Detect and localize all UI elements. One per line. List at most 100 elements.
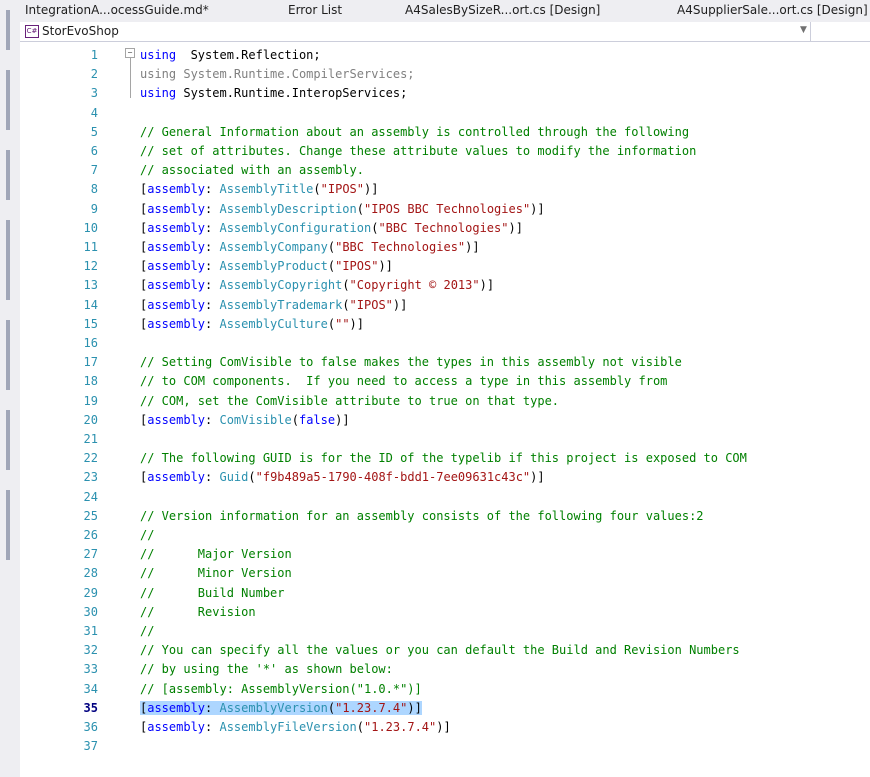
code-line[interactable]: 20 [assembly: ComVisible(false)]: [20, 411, 870, 430]
code-line[interactable]: 25 // Version information for an assembly…: [20, 507, 870, 526]
line-number: 24: [83, 489, 98, 504]
line-number: 20: [83, 412, 98, 427]
line-number: 6: [90, 144, 98, 158]
code-text: // [assembly: AssemblyVersion("1.0.*")]: [140, 680, 422, 699]
code-line[interactable]: 27 // Major Version: [20, 545, 870, 564]
code-line[interactable]: 9 [assembly: AssemblyDescription("IPOS BB…: [20, 200, 870, 219]
code-line[interactable]: 10 [assembly: AssemblyConfiguration("BBC …: [20, 219, 870, 238]
line-number: 37: [83, 739, 98, 754]
code-line[interactable]: 3 using System.Runtime.InteropServices;: [20, 84, 870, 103]
line-number: 18: [83, 374, 98, 389]
tab-error-list[interactable]: Error List: [288, 3, 342, 17]
code-line[interactable]: 32 // You can specify all the values or y…: [20, 641, 870, 660]
side-tab-server-explorer[interactable]: [6, 70, 10, 130]
code-token: "BBC Technologies": [335, 240, 466, 254]
code-line[interactable]: 22 // The following GUID is for the ID of…: [20, 449, 870, 468]
code-token: (: [327, 700, 336, 715]
code-line[interactable]: 30 // Revision: [20, 603, 870, 622]
code-token: // Revision: [140, 604, 256, 619]
code-line[interactable]: 21: [20, 430, 870, 449]
navbar-divider: [810, 22, 811, 41]
code-line[interactable]: 33 // by using the '*' as shown below:: [20, 660, 870, 679]
code-line[interactable]: 7 // associated with an assembly.: [20, 161, 870, 180]
code-token: using System.Runtime.CompilerServices;: [140, 67, 415, 82]
code-text: // to COM components. If you need to acc…: [140, 372, 667, 391]
line-number: 26: [83, 528, 98, 542]
code-line[interactable]: 29 // Build Number: [20, 584, 870, 603]
code-line[interactable]: 4: [20, 104, 870, 123]
code-text: // set of attributes. Change these attri…: [140, 142, 696, 161]
tab-a4-sales-by-size-report[interactable]: A4SalesBySizeR...ort.cs [Design]: [405, 3, 600, 17]
code-token: AssemblyCompany: [219, 240, 328, 254]
line-number: 8: [90, 182, 98, 197]
code-line[interactable]: 17 // Setting ComVisible to false makes t…: [20, 353, 870, 372]
code-line[interactable]: 26 //: [20, 526, 870, 545]
code-text: using System.Runtime.CompilerServices;: [140, 65, 415, 84]
side-tab-class-view[interactable]: [6, 410, 10, 470]
code-line[interactable]: 16: [20, 334, 870, 353]
code-line[interactable]: 31 //: [20, 622, 870, 641]
code-token: Guid: [219, 470, 249, 485]
code-token: // Build Number: [140, 585, 285, 600]
code-line[interactable]: 37: [20, 737, 870, 756]
code-line[interactable]: 14 [assembly: AssemblyTrademark("IPOS")]: [20, 296, 870, 315]
code-line[interactable]: 36 [assembly: AssemblyFileVersion("1.23.7…: [20, 718, 870, 737]
line-number: 25: [83, 508, 98, 523]
side-tab-toolbox[interactable]: [6, 10, 10, 50]
code-token: AssemblyCulture: [219, 316, 328, 331]
csharp-project-icon: C#: [25, 25, 39, 38]
side-tab-sql-explorer[interactable]: [6, 220, 10, 300]
tab-integration-guide[interactable]: IntegrationA...ocessGuide.md*: [25, 3, 209, 17]
line-number: 5: [90, 124, 98, 139]
code-token: :: [205, 201, 220, 216]
line-number: 7: [90, 163, 98, 178]
code-line[interactable]: 5 // General Information about an assembl…: [20, 123, 870, 142]
side-tab-team-explorer[interactable]: [6, 320, 10, 390]
code-token: // [assembly: AssemblyVersion("1.0.*")]: [140, 681, 422, 696]
line-number: 19: [83, 393, 98, 408]
code-text: // Revision: [140, 603, 256, 622]
code-line[interactable]: 19 // COM, set the ComVisible attribute t…: [20, 392, 870, 411]
code-token: (: [327, 259, 336, 274]
code-line[interactable]: 34 // [assembly: AssemblyVersion("1.0.*")…: [20, 680, 870, 699]
tab-a4-supplier-sales-report[interactable]: A4SupplierSale...ort.cs [Design]: [677, 3, 868, 17]
chevron-down-icon[interactable]: ▼: [800, 25, 807, 35]
tool-window-strip: [0, 0, 21, 777]
code-token: )]: [479, 278, 495, 293]
side-tab-data-sources[interactable]: [6, 150, 10, 200]
code-line[interactable]: 35 [assembly: AssemblyVersion("1.23.7.4")…: [20, 699, 870, 718]
code-token: )]: [349, 316, 364, 331]
code-line[interactable]: 11 [assembly: AssemblyCompany("BBC Techno…: [20, 238, 870, 257]
code-token: :: [205, 297, 220, 312]
code-line[interactable]: 6 // set of attributes. Change these attr…: [20, 142, 870, 161]
project-dropdown[interactable]: StorEvoShop: [42, 24, 119, 38]
code-token: (: [291, 412, 299, 427]
code-line[interactable]: 23 [assembly: Guid("f9b489a5-1790-408f-bd…: [20, 468, 870, 487]
code-token: assembly: [147, 278, 206, 293]
code-token: "f9b489a5-1790-408f-bdd1-7ee09631c43c": [255, 470, 531, 485]
line-number: 15: [83, 316, 98, 331]
code-token: //: [140, 624, 155, 638]
code-line[interactable]: 28 // Minor Version: [20, 564, 870, 583]
code-line[interactable]: 12 [assembly: AssemblyProduct("IPOS")]: [20, 257, 870, 276]
code-editor[interactable]: − 1 using System.Reflection; 2 using System…: [20, 42, 870, 777]
code-line[interactable]: 8 [assembly: AssemblyTitle("IPOS")]: [20, 180, 870, 199]
code-token: )]: [436, 720, 451, 734]
code-token: // Version information for an assembly c…: [140, 508, 704, 523]
code-line[interactable]: 1 using System.Reflection;: [20, 46, 870, 65]
line-number: 22: [83, 451, 98, 466]
code-token: :: [205, 220, 220, 235]
code-token: (: [313, 182, 321, 197]
code-token: AssemblyVersion: [219, 700, 328, 715]
code-line[interactable]: 13 [assembly: AssemblyCopyright("Copyrigh…: [20, 276, 870, 295]
code-line[interactable]: 18 // to COM components. If you need to a…: [20, 372, 870, 391]
code-token: false: [298, 412, 336, 427]
code-line[interactable]: 2 using System.Runtime.CompilerServices;: [20, 65, 870, 84]
code-line[interactable]: 15 [assembly: AssemblyCulture("")]: [20, 315, 870, 334]
code-token: // You can specify all the values or you…: [140, 643, 740, 658]
side-tab-properties[interactable]: [6, 490, 10, 560]
line-number: 14: [83, 297, 98, 312]
code-line[interactable]: 24: [20, 488, 870, 507]
line-number: 36: [83, 720, 98, 734]
code-text: // COM, set the ComVisible attribute to …: [140, 392, 559, 411]
